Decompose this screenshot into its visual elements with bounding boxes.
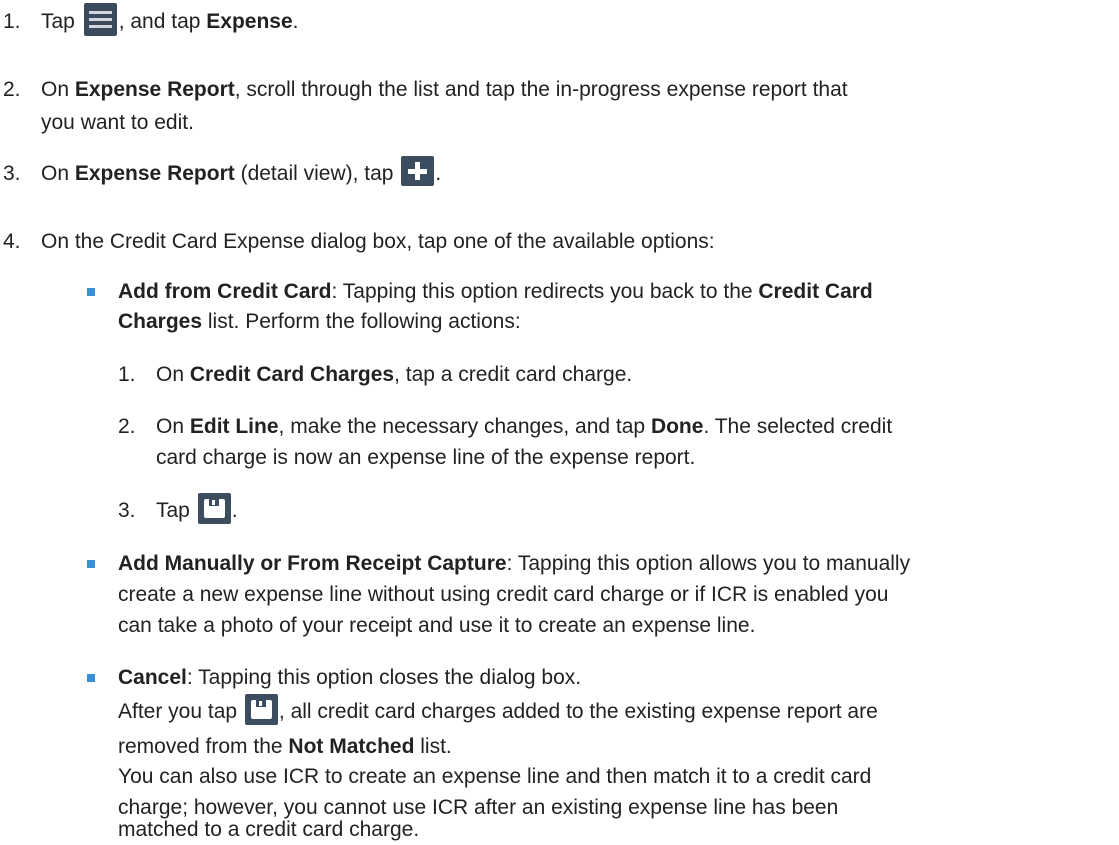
bullet: [87, 288, 95, 296]
expense-report-label: Expense Report: [74, 78, 235, 101]
step-text: On Expense Report, scroll through the li…: [41, 74, 848, 105]
step-text: Tap , and tap Expense.: [41, 2, 299, 37]
step-text-part: .: [435, 162, 442, 185]
step-number: 2.: [3, 78, 21, 101]
substep-text-part: Tap: [156, 499, 196, 522]
step-text: On the Credit Card Expense dialog box, t…: [41, 230, 715, 253]
credit-card-charges-label: Credit Card: [758, 280, 873, 303]
note-text-part: After you tap: [118, 700, 243, 723]
option-text: Cancel: Tapping this option closes the d…: [118, 662, 581, 693]
substep-text-part: , make the necessary changes, and tap: [278, 415, 651, 438]
step-text-part: , scroll through the list and tap the in…: [234, 78, 848, 101]
substep-text-part: .: [231, 499, 238, 522]
document: 1. Tap , and tap Expense. 2. On Expense …: [0, 0, 1119, 845]
note-text-part: list.: [414, 735, 452, 758]
substep-text: On Edit Line, make the necessary changes…: [156, 411, 892, 442]
step-text-part: On: [41, 162, 75, 185]
step-text-part: On: [41, 78, 75, 101]
plus-icon: [401, 156, 435, 187]
note-text-part: removed from the: [118, 735, 289, 758]
step-text-continued: you want to edit.: [41, 111, 194, 134]
option-text: Add Manually or From Receipt Capture: Ta…: [118, 548, 910, 579]
note-text: After you tap , all credit card charges …: [118, 693, 878, 727]
option-text-part: : Tapping this option redirects you back…: [331, 280, 759, 303]
option-text-continued: can take a photo of your receipt and use…: [118, 614, 756, 637]
not-matched-label: Not Matched: [288, 735, 415, 758]
option-text-part: : Tapping this option allows you to manu…: [506, 552, 911, 575]
option-title: Add Manually or From Receipt Capture: [118, 552, 507, 575]
option-title: Add from Credit Card: [118, 280, 332, 303]
substep-text-part: On: [156, 415, 190, 438]
done-label: Done: [650, 415, 704, 438]
note-text: You can also use ICR to create an expens…: [118, 765, 872, 788]
substep-text-part: , tap a credit card charge.: [394, 363, 633, 386]
substep-text: Tap .: [156, 492, 238, 526]
option-text-part: list. Perform the following actions:: [202, 310, 521, 333]
option-title: Cancel: [118, 666, 187, 689]
option-text-continued: Charges list. Perform the following acti…: [118, 306, 521, 337]
step-text-part: (detail view), tap: [234, 162, 400, 185]
option-text-continued: create a new expense line without using …: [118, 583, 889, 606]
bullet: [87, 560, 95, 568]
note-text-continued: matched to a credit card charge.: [118, 818, 420, 841]
edit-line-label: Edit Line: [189, 415, 279, 438]
note-text-continued: removed from the Not Matched list.: [118, 731, 452, 762]
substep-number: 2.: [118, 415, 136, 438]
expense-report-label: Expense Report: [74, 162, 235, 185]
step-text-part: Tap: [41, 10, 81, 33]
option-text-part: : Tapping this option closes the dialog …: [186, 666, 582, 689]
substep-text-part: On: [156, 363, 190, 386]
credit-card-charges-label: Credit Card Charges: [189, 363, 395, 386]
option-text: Add from Credit Card: Tapping this optio…: [118, 276, 873, 307]
substep-text-continued: card charge is now an expense line of th…: [156, 446, 696, 469]
step-text-part: .: [292, 10, 299, 33]
credit-card-charges-label: Charges: [118, 310, 203, 333]
bullet: [87, 674, 95, 682]
step-number: 1.: [3, 10, 21, 33]
substep-number: 1.: [118, 363, 136, 386]
expense-label: Expense: [206, 10, 293, 33]
save-icon: [197, 492, 231, 524]
substep-text: On Credit Card Charges, tap a credit car…: [156, 359, 632, 390]
step-number: 3.: [3, 162, 21, 185]
step-number: 4.: [3, 230, 21, 253]
note-text-part: , all credit card charges added to the e…: [278, 700, 878, 723]
step-text: On Expense Report (detail view), tap .: [41, 156, 442, 189]
substep-number: 3.: [118, 499, 136, 522]
save-icon: [244, 693, 278, 725]
step-text-part: , and tap: [118, 10, 207, 33]
substep-text-part: . The selected credit: [703, 415, 893, 438]
menu-icon: [83, 2, 117, 36]
